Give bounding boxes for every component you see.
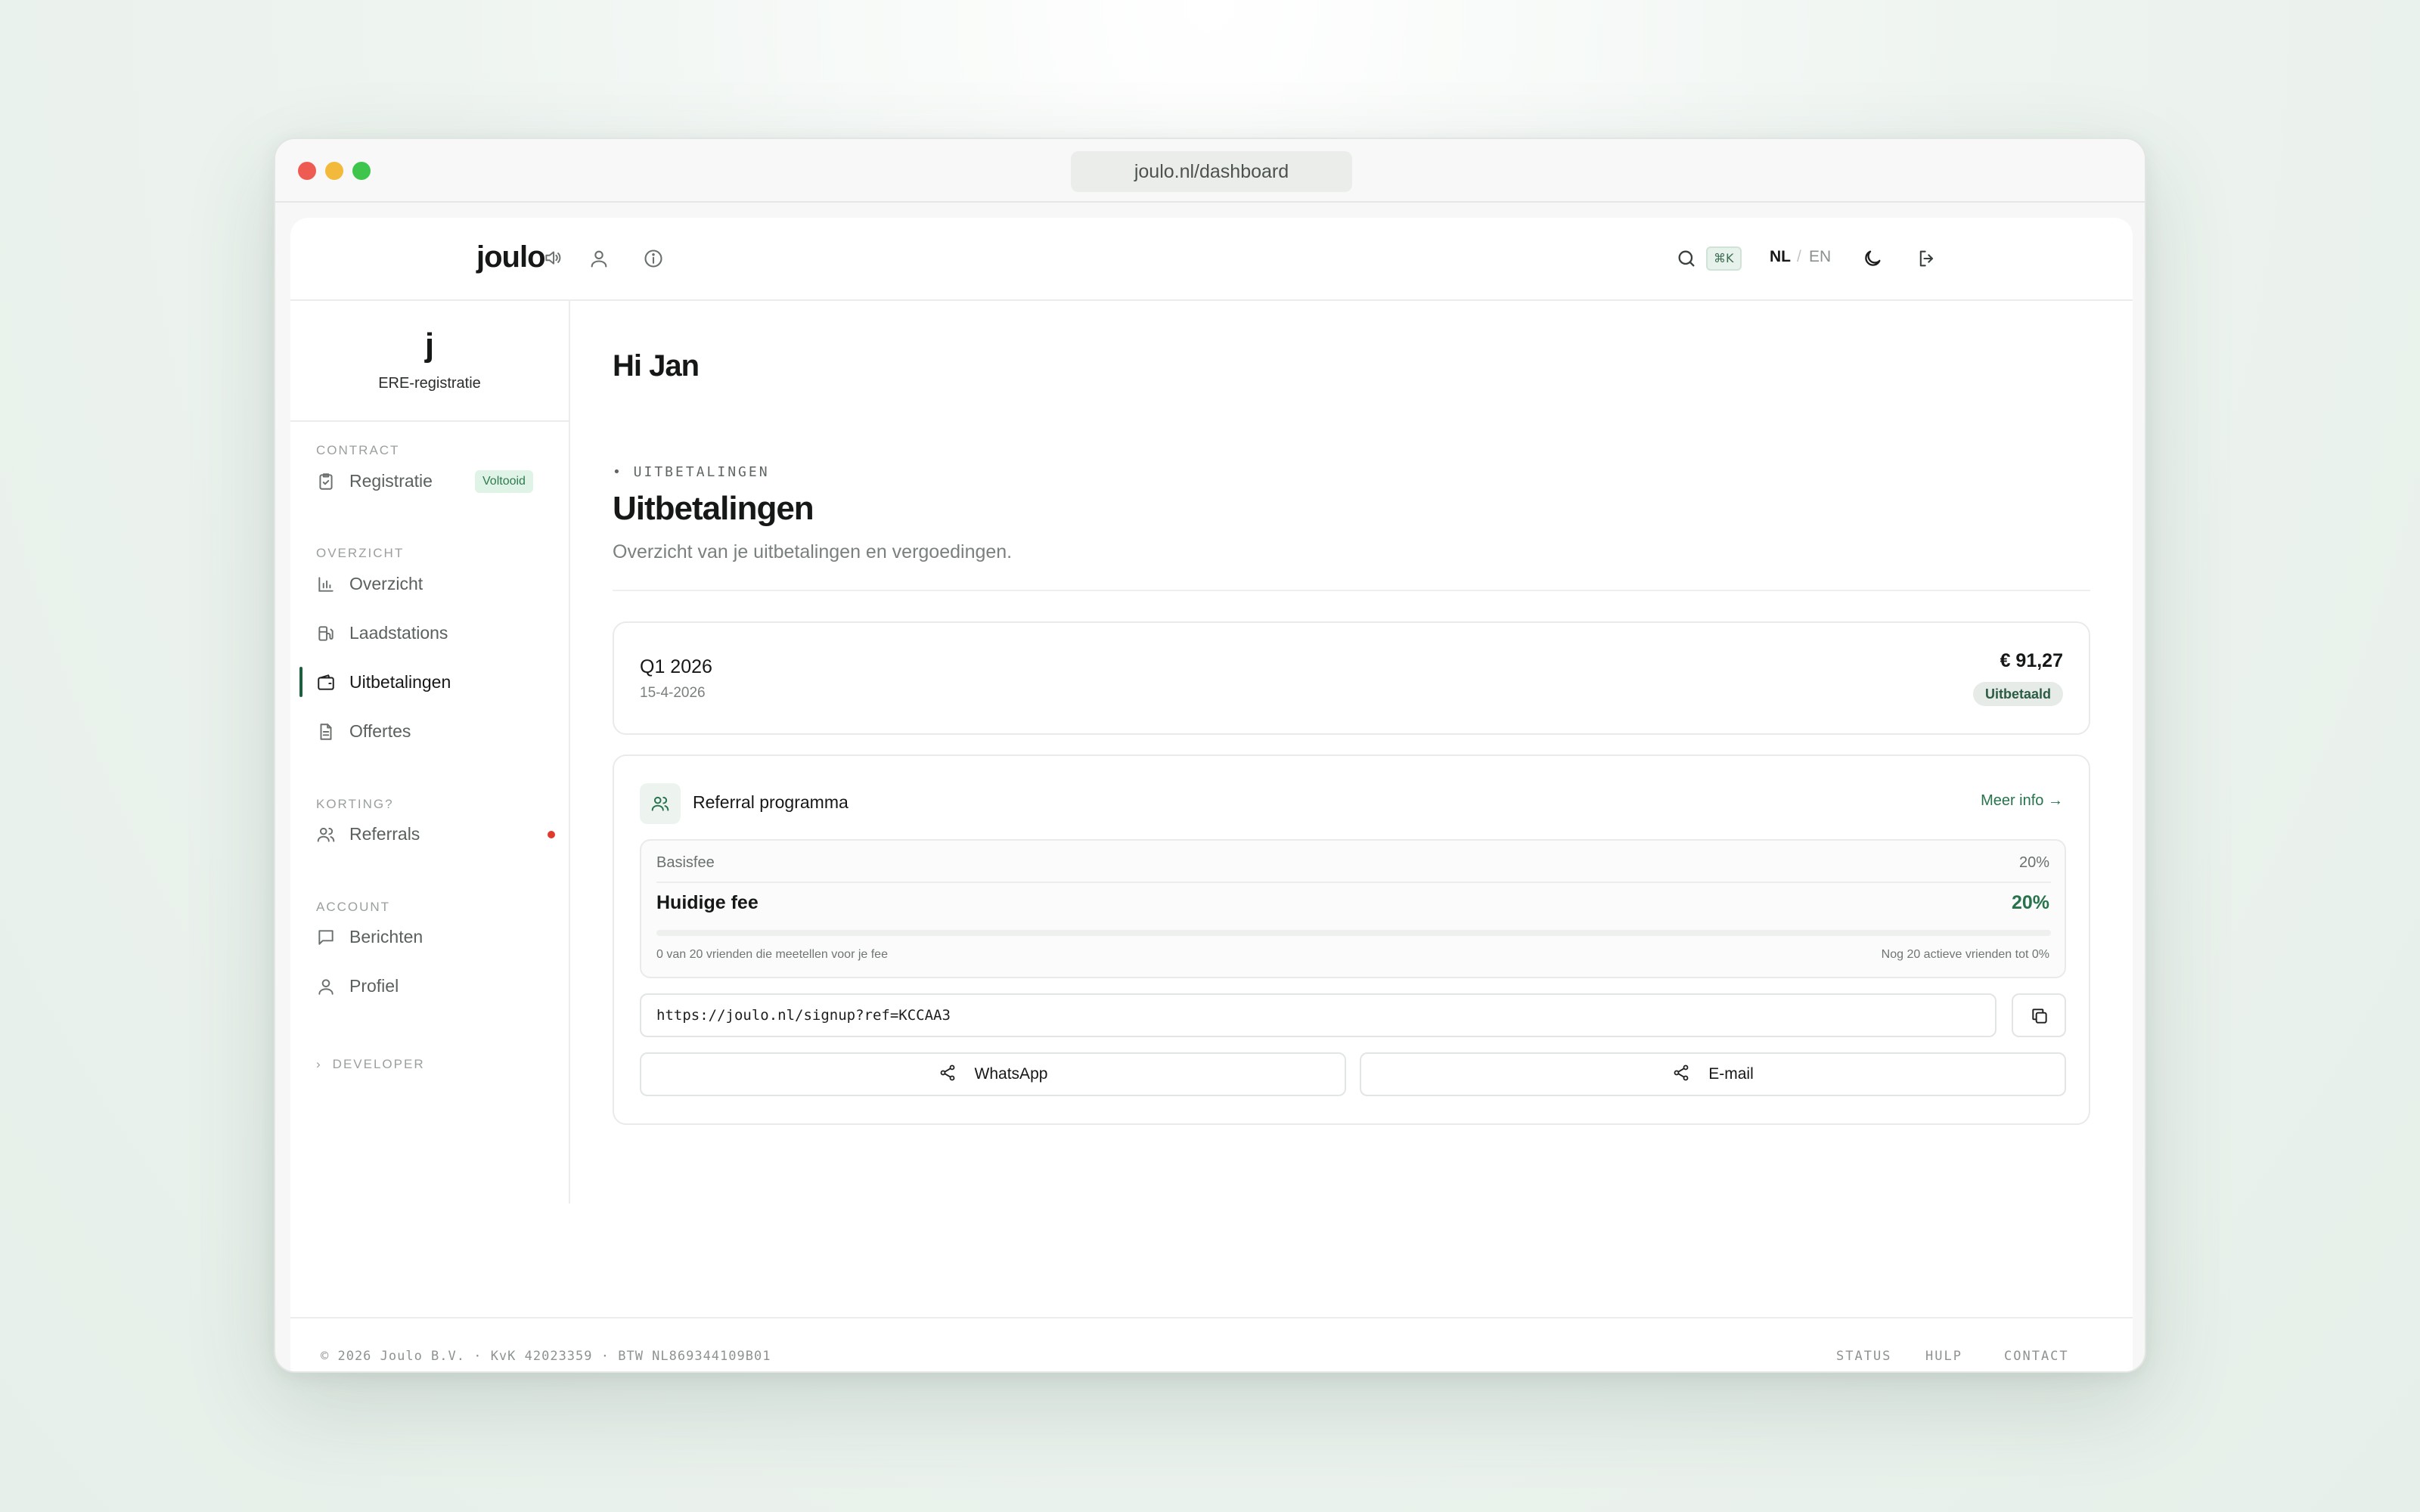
sidebar-item-uitbetalingen[interactable]: Uitbetalingen [299,661,558,703]
status-badge: Voltooid [475,470,533,493]
status-badge: Uitbetaald [1972,682,2063,706]
share-icon [1674,1065,1689,1081]
top-navigation: joulo ⌘K NL / EN [290,218,2133,301]
page-description: Overzicht van je uitbetalingen en vergoe… [613,541,1013,562]
payout-period: Q1 2026 [640,656,712,677]
progress-note: 0 van 20 vrienden die meetellen voor je … [656,948,888,961]
brand-subtitle: ERE-registratie [378,375,481,392]
payout-date: 15-4-2026 [640,685,706,701]
sidebar-item-label: Laadstations [349,623,448,643]
bar-chart-icon [316,575,336,594]
notification-dot [548,831,555,838]
base-fee-value: 20% [2018,854,2049,871]
base-fee-label: Basisfee [656,854,715,871]
sidebar-item-offertes[interactable]: Offertes [301,710,558,752]
share-icon [940,1065,954,1081]
minimize-window-button[interactable] [325,162,343,180]
user-icon [316,977,336,996]
section-label-contract: CONTRACT [316,443,400,457]
maximize-window-button[interactable] [352,162,371,180]
sidebar-item-registratie[interactable]: Registratie Voltooid [301,460,558,502]
clipboard-check-icon [316,472,336,491]
sidebar-item-laadstations[interactable]: Laadstations [301,612,558,654]
chevron-right-icon: › [316,1057,322,1071]
app-page: joulo ⌘K NL / EN j ERE-registratie CONTR… [290,218,2133,1371]
footer-copyright: © 2026 Joulo B.V. · KvK 42023359 · BTW N… [321,1349,771,1364]
remaining-note: Nog 20 actieve vrienden tot 0% [1881,948,2049,961]
payout-card[interactable]: Q1 2026 15-4-2026 € 91,27 Uitbetaald [613,621,2090,735]
sidebar-brand: j ERE-registratie [290,301,569,422]
divider [613,590,2090,591]
footer-link-contact[interactable]: CONTACT [2004,1349,2069,1364]
users-icon [651,796,669,811]
footer-link-help[interactable]: HULP [1925,1349,1962,1364]
referral-card: Referral programma Meer info → Basisfee … [613,754,2090,1125]
current-fee-label: Huidige fee [656,892,759,913]
close-window-button[interactable] [298,162,316,180]
referral-icon-box [640,783,681,824]
document-icon [316,722,336,742]
payout-amount: € 91,27 [2000,650,2063,671]
copy-icon [2032,1009,2047,1024]
speaker-icon[interactable] [543,248,563,268]
users-icon [316,825,336,844]
current-fee-value: 20% [2011,892,2049,913]
share-whatsapp-label: WhatsApp [974,1065,1048,1083]
main-content: Hi Jan • UITBETALINGEN Uitbetalingen Ove… [570,301,2133,1204]
fee-panel: Basisfee 20% Huidige fee 20% 0 van 20 vr… [640,839,2066,978]
sidebar-item-label: Berichten [349,927,424,947]
moon-icon[interactable] [1862,248,1883,269]
language-nl[interactable]: NL [1770,248,1791,266]
section-label-overview: OVERZICHT [316,546,405,560]
browser-titlebar: joulo.nl/dashboard [275,139,2145,203]
sidebar-item-label: Referrals [349,824,420,844]
language-en[interactable]: EN [1809,248,1831,266]
page-title: Uitbetalingen [613,490,814,527]
footer-link-status[interactable]: STATUS [1836,1349,1891,1364]
referral-progress-bar [656,930,2051,936]
user-icon[interactable] [588,248,610,269]
sidebar-item-berichten[interactable]: Berichten [301,916,558,958]
section-label-account: ACCOUNT [316,900,391,914]
sidebar-item-label: Profiel [349,976,399,996]
sidebar-item-overzicht[interactable]: Overzicht [301,562,558,605]
brand-mark: j [424,327,435,364]
referral-title: Referral programma [693,792,849,812]
divider [656,881,2051,883]
section-eyebrow: • UITBETALINGEN [613,464,770,480]
sidebar-item-label: Registratie [349,471,433,491]
copy-link-button[interactable] [2012,993,2066,1037]
section-label-discount: KORTING? [316,797,394,811]
footer: © 2026 Joulo B.V. · KvK 42023359 · BTW N… [290,1317,2133,1371]
developer-toggle[interactable]: › DEVELOPER [316,1057,425,1072]
logout-icon[interactable] [1916,248,1938,269]
search-icon[interactable] [1676,248,1697,269]
sidebar-item-label: Overzicht [349,574,424,593]
language-separator: / [1797,248,1801,265]
share-email-button[interactable]: E-mail [1360,1052,2066,1096]
wallet-icon [316,673,336,692]
browser-window: joulo.nl/dashboard joulo ⌘K NL / EN j ER… [274,138,2146,1373]
more-info-link[interactable]: Meer info → [1981,792,2063,810]
search-shortcut-badge: ⌘K [1706,246,1742,271]
referral-link-field[interactable]: https://joulo.nl/signup?ref=KCCAA3 [640,993,1996,1037]
sidebar-item-referrals[interactable]: Referrals [301,813,558,855]
developer-label: DEVELOPER [332,1057,425,1071]
message-icon [316,928,336,947]
share-email-label: E-mail [1708,1065,1754,1083]
joulo-logo[interactable]: joulo [476,240,546,274]
sidebar: j ERE-registratie CONTRACT Registratie V… [290,301,570,1204]
info-icon[interactable] [643,248,664,269]
sidebar-item-label: Uitbetalingen [349,672,451,692]
greeting: Hi Jan [613,349,700,383]
charging-station-icon [316,624,336,643]
address-bar[interactable]: joulo.nl/dashboard [1071,151,1352,192]
sidebar-item-label: Offertes [349,721,411,741]
share-whatsapp-button[interactable]: WhatsApp [640,1052,1346,1096]
sidebar-item-profiel[interactable]: Profiel [301,965,558,1007]
